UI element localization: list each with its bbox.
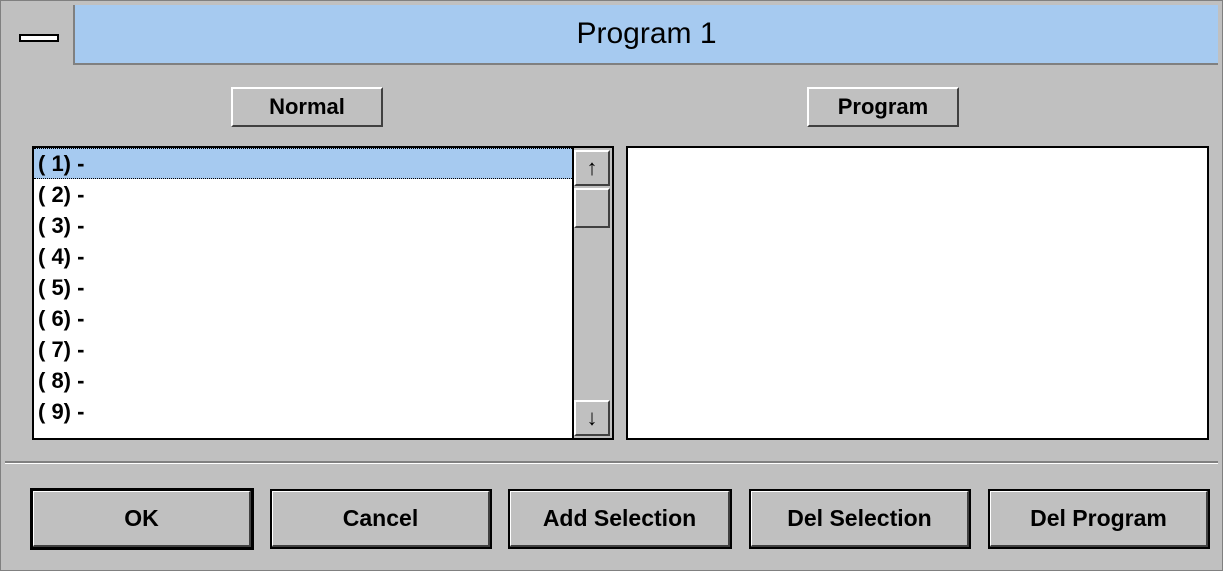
- program-header-button[interactable]: Program: [807, 87, 959, 127]
- list-item[interactable]: ( 2) -: [34, 179, 572, 210]
- list-item[interactable]: ( 8) -: [34, 365, 572, 396]
- ok-button[interactable]: OK: [30, 488, 254, 550]
- list-item[interactable]: ( 9) -: [34, 396, 572, 427]
- list-item[interactable]: ( 3) -: [34, 210, 572, 241]
- list-item[interactable]: ( 4) -: [34, 241, 572, 272]
- scroll-up-button[interactable]: ↑: [574, 150, 610, 186]
- title-bar[interactable]: Program 1: [5, 5, 1218, 65]
- add-selection-button[interactable]: Add Selection: [508, 489, 732, 549]
- list-item[interactable]: ( 1) -: [34, 148, 572, 179]
- scroll-down-button[interactable]: ↓: [574, 400, 610, 436]
- window-title: Program 1: [576, 17, 717, 50]
- scroll-thumb[interactable]: [574, 188, 610, 228]
- del-selection-button[interactable]: Del Selection: [749, 489, 971, 549]
- system-menu-icon: [19, 34, 59, 42]
- arrow-down-icon: ↓: [586, 405, 598, 430]
- arrow-up-icon: ↑: [586, 155, 598, 180]
- normal-list-scrollbar[interactable]: ↑ ↓: [572, 148, 612, 438]
- list-item[interactable]: ( 7) -: [34, 334, 572, 365]
- del-program-button[interactable]: Del Program: [988, 489, 1210, 549]
- normal-list-items: ( 1) -( 2) -( 3) -( 4) -( 5) -( 6) -( 7)…: [34, 148, 612, 427]
- button-area-divider: [5, 461, 1218, 464]
- list-item[interactable]: ( 6) -: [34, 303, 572, 334]
- normal-list[interactable]: ( 1) -( 2) -( 3) -( 4) -( 5) -( 6) -( 7)…: [32, 146, 614, 440]
- cancel-button[interactable]: Cancel: [270, 489, 492, 549]
- dialog-window: Program 1 Normal Program ( 1) -( 2) -( 3…: [0, 0, 1223, 571]
- list-item[interactable]: ( 5) -: [34, 272, 572, 303]
- normal-header-button[interactable]: Normal: [231, 87, 383, 127]
- system-menu-button[interactable]: [5, 5, 75, 65]
- program-list[interactable]: [626, 146, 1209, 440]
